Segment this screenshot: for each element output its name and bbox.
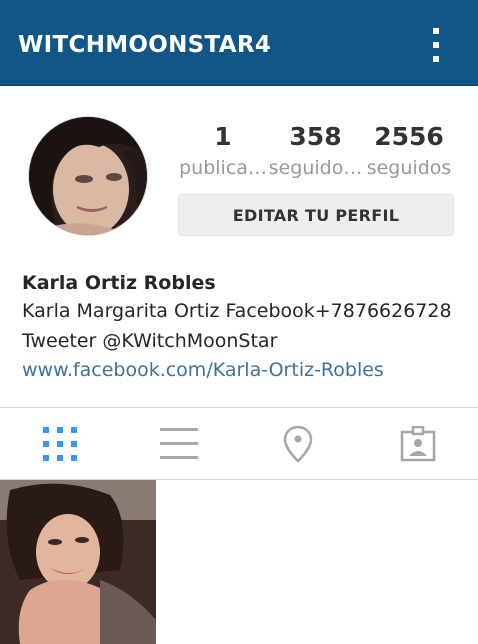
bio-line: Tweeter @KWitchMoonStar (22, 330, 278, 352)
post-photo (0, 480, 156, 644)
grid-icon (42, 427, 77, 461)
list-icon (159, 428, 198, 459)
tab-tagged[interactable] (358, 408, 477, 480)
followers-count-label: seguido… (268, 157, 363, 179)
profile-bio: Karla Ortiz Robles Karla Margarita Ortiz… (22, 270, 472, 384)
bio-line: Karla Margarita Ortiz Facebook+787662672… (22, 300, 452, 322)
tab-list[interactable] (119, 408, 238, 480)
tagged-photos-icon (400, 426, 435, 462)
followers-count[interactable]: 358 seguido… (268, 122, 363, 179)
following-count-label: seguidos (366, 157, 452, 179)
tab-location[interactable] (238, 408, 357, 480)
avatar[interactable] (28, 116, 148, 236)
posts-count: 1 publica… (178, 122, 268, 179)
tab-grid[interactable] (0, 408, 119, 480)
following-count-value: 2556 (374, 122, 444, 151)
profile-view-tabs (0, 407, 478, 480)
full-name: Karla Ortiz Robles (22, 272, 216, 294)
posts-count-value: 1 (214, 122, 232, 151)
website-link[interactable]: www.facebook.com/Karla-Ortiz-Robles (22, 356, 472, 384)
followers-count-value: 358 (289, 122, 342, 151)
following-count[interactable]: 2556 seguidos (364, 122, 454, 179)
edit-profile-button[interactable]: EDITAR TU PERFIL (178, 194, 454, 236)
profile-photo (29, 117, 147, 235)
kebab-menu-icon[interactable] (425, 28, 447, 62)
location-pin-icon (283, 425, 312, 463)
post-thumbnail[interactable] (0, 480, 156, 644)
top-app-bar: WITCHMOONSTAR4 (0, 0, 478, 86)
posts-count-label: publica… (179, 157, 267, 179)
profile-username: WITCHMOONSTAR4 (18, 32, 272, 58)
